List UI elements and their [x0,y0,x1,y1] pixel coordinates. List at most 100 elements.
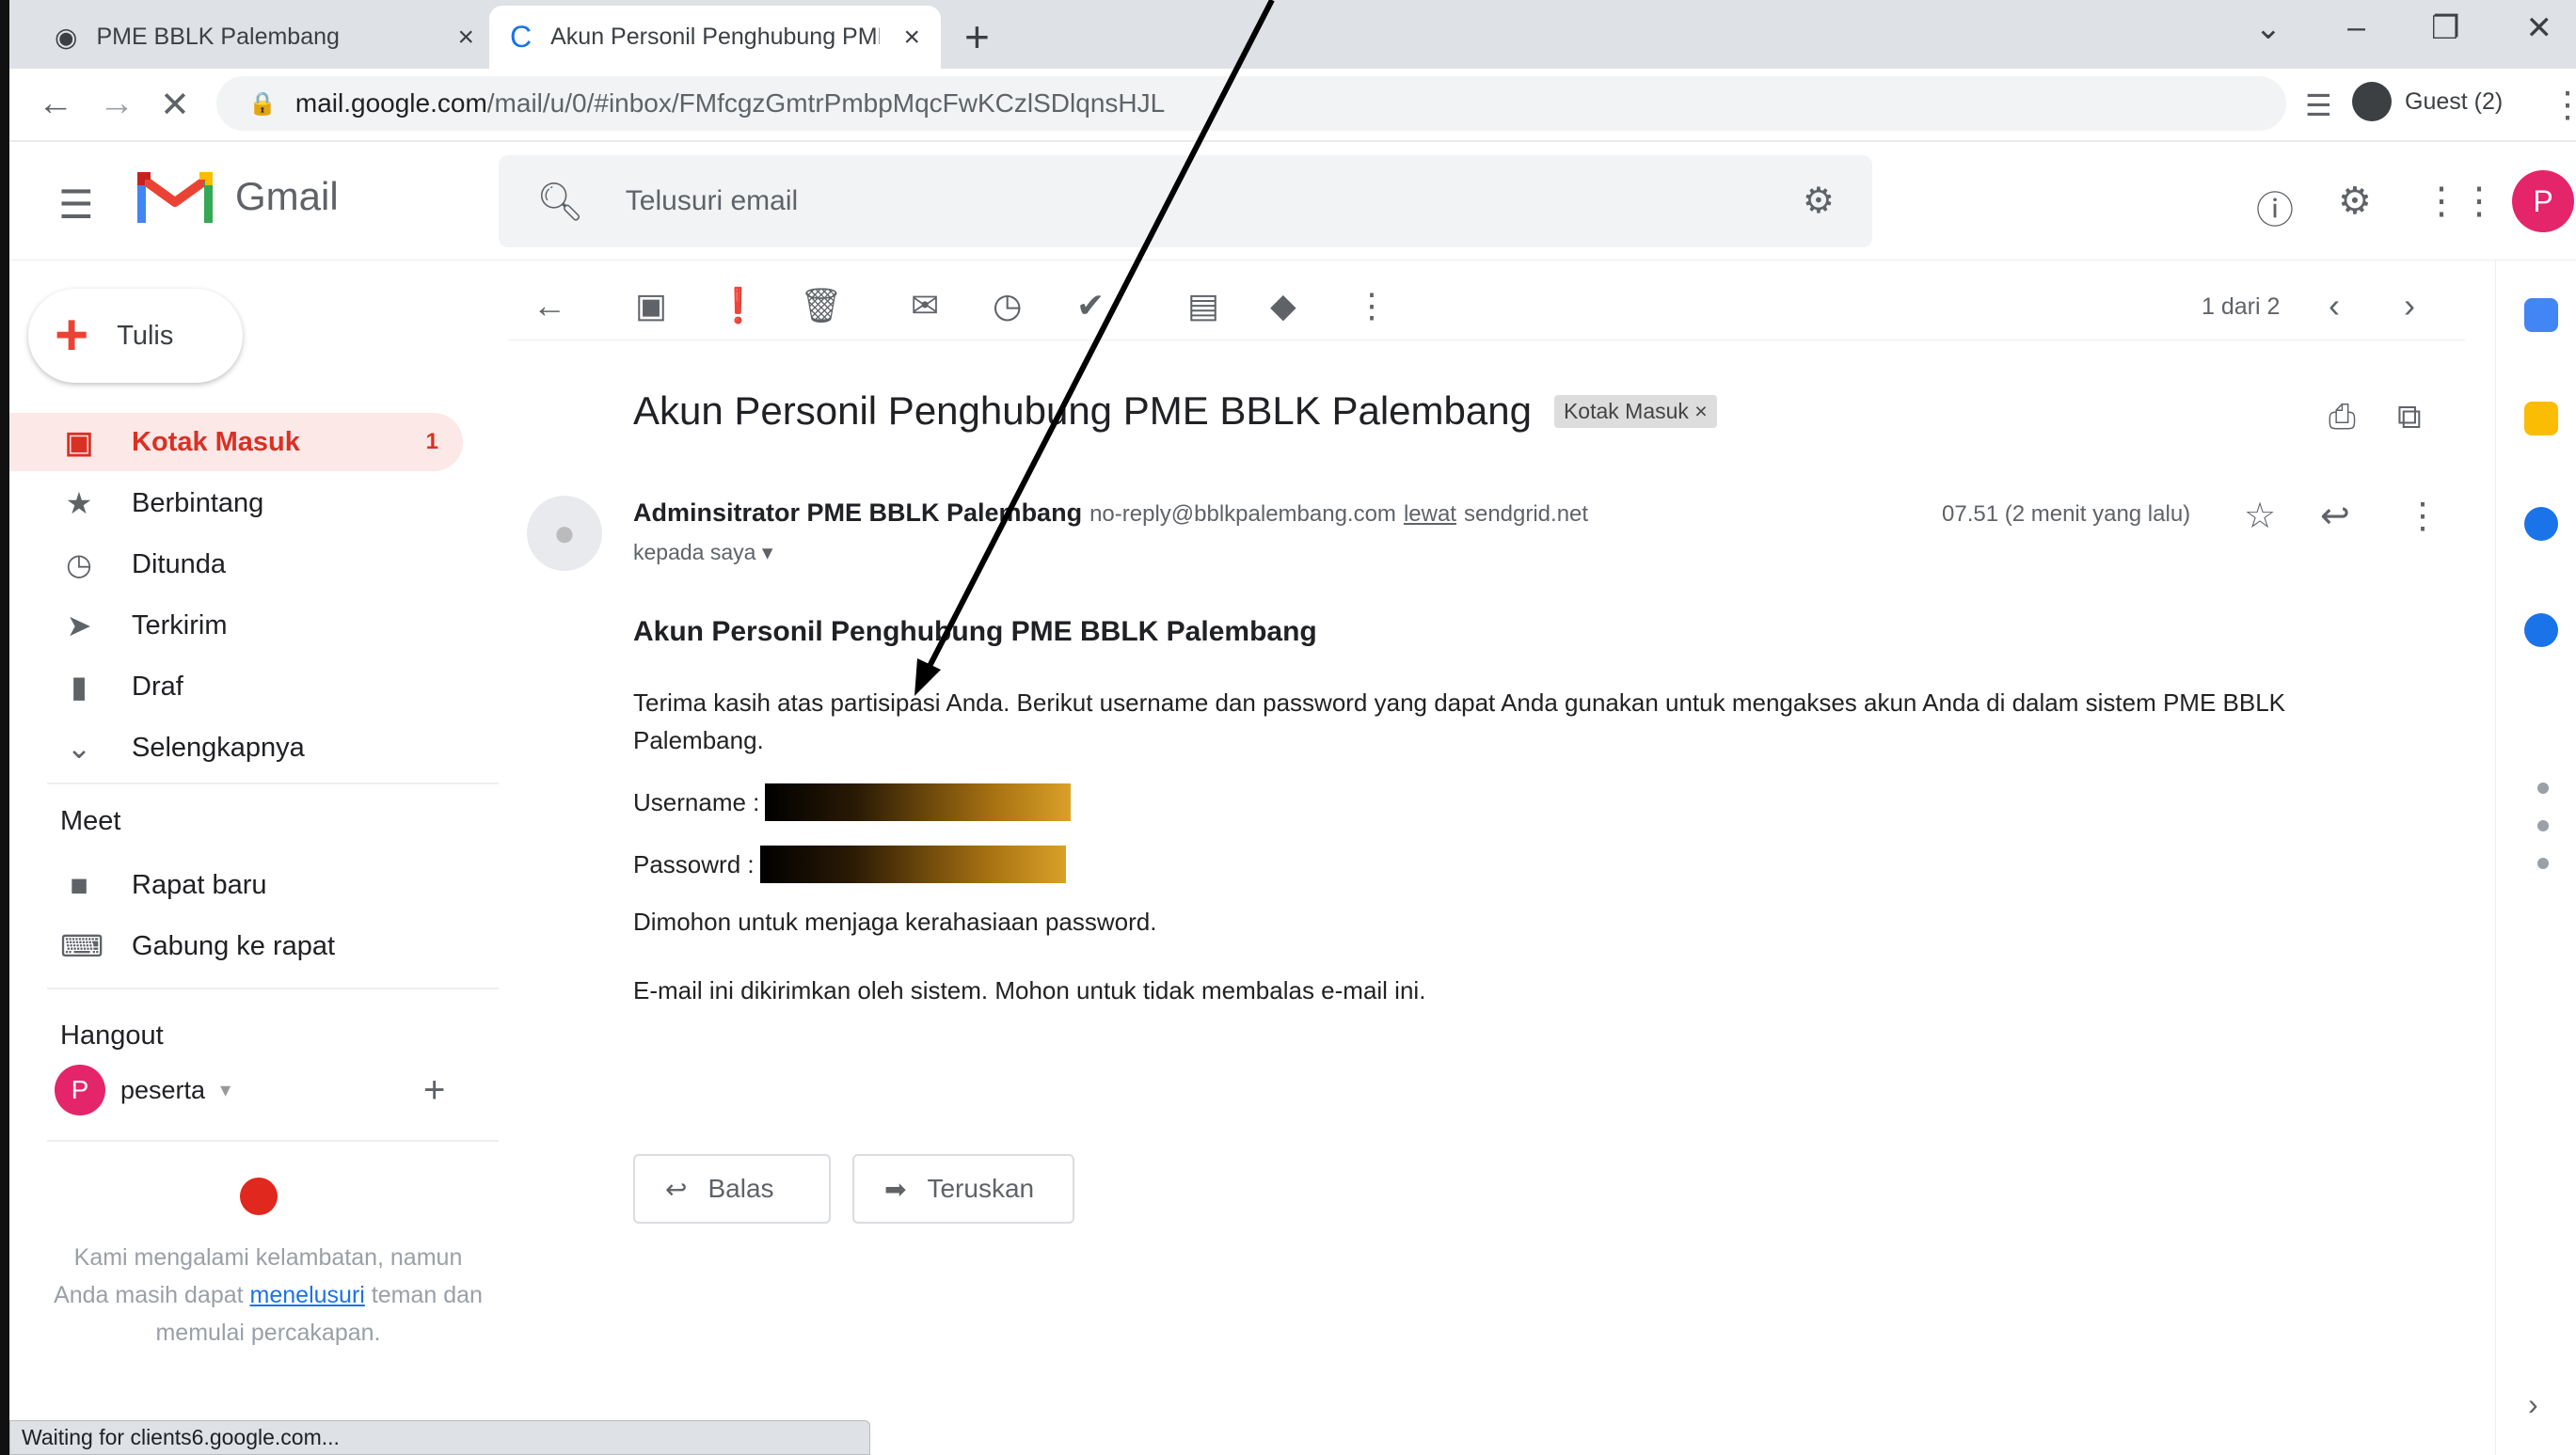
divider [47,988,499,989]
print-icon[interactable]: ⎙ [2329,397,2356,437]
move-to-icon[interactable]: ▤ [1187,286,1219,325]
restore-icon[interactable]: ❐ [2431,9,2459,47]
tab-akun-personil[interactable]: C Akun Personil Penghubung PME × [489,6,941,69]
new-tab-button[interactable]: + [964,11,990,62]
add-task-icon[interactable]: ✔ [1076,286,1105,325]
pager-text: 1 dari 2 [2202,293,2281,320]
meet-section-title: Meet [60,806,121,836]
gmail-logo[interactable]: Gmail [137,168,339,225]
minimize-icon[interactable]: – [2347,9,2365,47]
reply-icon: ↩ [665,1174,688,1204]
message-toolbar: ← ▣ ❗ 🗑︎ ✉ ◷ ✔ ▤ ◆ ⋮ 1 dari 2 ‹ › [508,273,2465,340]
star-icon: ★ [65,486,93,520]
contacts-icon[interactable] [2524,613,2558,647]
snooze-icon[interactable]: ◷ [993,286,1022,325]
tab-pme-bblk[interactable]: ◉ PME BBLK Palembang × [34,6,495,69]
search-friends-link[interactable]: menelusuri [250,1282,365,1308]
back-icon[interactable]: ← [38,84,73,124]
reply-button[interactable]: ↩ Balas [633,1154,831,1224]
status-dot-icon [240,1178,278,1215]
more-options-icon[interactable]: ⋮ [2405,495,2441,537]
search-icon[interactable]: 🔍︎ [536,180,584,224]
reading-list-icon[interactable]: ☰ [2305,87,2332,123]
recipient-details[interactable]: kepada saya ▾ [633,540,772,565]
reply-label: Balas [708,1174,774,1203]
apps-grid-icon[interactable]: ⋮⋮ [2423,180,2498,223]
via-link[interactable]: lewat [1404,501,1456,528]
compose-label: Tulis [117,320,174,351]
keyboard-icon: ⌨ [60,929,104,963]
hangout-user[interactable]: P peserta ▾ [55,1065,231,1115]
browser-tab-bar: ◉ PME BBLK Palembang × C Akun Personil P… [9,0,2576,69]
window-close-icon[interactable]: ✕ [2526,9,2553,47]
report-spam-icon[interactable]: ❗ [717,286,759,325]
sidebar-item-more[interactable]: ⌄ Selengkapnya [9,719,463,777]
password-label: Passowrd : [633,849,755,878]
search-options-icon[interactable]: ⚙︎ [1803,180,1835,222]
tab-close-icon[interactable]: × [903,22,920,54]
subject-text: Akun Personil Penghubung PME BBLK Palemb… [633,388,1532,433]
older-icon[interactable]: › [2404,286,2415,325]
gear-icon[interactable]: ⚙ [2338,180,2372,223]
meet-new-meeting[interactable]: ■ Rapat baru [9,856,463,914]
inbox-label-chip[interactable]: Kotak Masuk × [1553,394,1717,428]
help-icon[interactable]: ⓘ [2256,180,2294,234]
addon-dot-icon[interactable] [2537,858,2549,869]
tab-search-icon[interactable]: ⌄ [2255,9,2282,47]
more-options-icon[interactable]: ⋮ [1355,286,1389,325]
forward-icon[interactable]: → [99,84,135,124]
sidebar-item-label: Berbintang [132,487,264,518]
label-icon[interactable]: ◆ [1270,286,1296,325]
stop-icon[interactable]: ✕ [160,84,190,126]
sidebar: + Tulis ▣ Kotak Masuk 1 ★ Berbintang ◷ D… [9,261,499,1417]
browser-menu-icon[interactable]: ⋮ [2550,84,2576,126]
globe-icon: ◉ [55,23,78,52]
message-time: 07.51 (2 menit yang lalu) [1942,501,2191,527]
sidebar-item-label: Ditunda [132,548,226,579]
message-body: Akun Personil Penghubung PME BBLK Palemb… [633,616,2336,1005]
delete-icon[interactable]: 🗑︎ [800,286,843,325]
meet-item-label: Gabung ke rapat [132,930,336,961]
meet-item-label: Rapat baru [132,869,267,900]
calendar-icon[interactable] [2524,298,2558,332]
body-note: Dimohon untuk menjaga kerahasiaan passwo… [633,908,1157,936]
expand-panel-icon[interactable]: › [2528,1387,2538,1422]
tasks-icon[interactable] [2524,507,2558,541]
compose-button[interactable]: + Tulis [28,289,243,383]
forward-button[interactable]: ➡ Teruskan [852,1154,1074,1224]
sidebar-item-sent[interactable]: ➤ Terkirim [9,596,463,655]
sidebar-item-drafts[interactable]: ▮ Draf [9,657,463,716]
search-input[interactable]: 🔍︎ Telusuri email ⚙︎ [499,155,1872,247]
star-icon[interactable]: ☆ [2244,495,2276,537]
sidebar-item-inbox[interactable]: ▣ Kotak Masuk 1 [9,413,463,471]
add-icon[interactable]: + [423,1069,445,1112]
hamburger-menu-icon[interactable]: ☰ [58,182,94,228]
sidebar-item-snoozed[interactable]: ◷ Ditunda [9,535,463,593]
addon-dot-icon[interactable] [2537,820,2549,831]
profile-button[interactable]: Guest (2) [2352,82,2503,121]
back-to-inbox-icon[interactable]: ← [533,286,566,325]
left-border [0,0,9,1455]
url-field[interactable]: 🔒 mail.google.com /mail/u/0/#inbox/FMfcg… [216,76,2286,131]
keep-icon[interactable] [2524,402,2558,435]
profile-label: Guest (2) [2405,87,2504,115]
side-panel: › [2495,261,2576,1455]
video-icon: ■ [70,867,88,902]
reply-icon[interactable]: ↩ [2320,495,2350,537]
mark-unread-icon[interactable]: ✉ [911,286,939,325]
archive-icon[interactable]: ▣ [635,286,667,325]
chevron-down-icon: ⌄ [66,731,92,765]
account-avatar[interactable]: P [2512,170,2574,232]
gmail-header: ☰ Gmail 🔍︎ Telusuri email ⚙︎ ⓘ ⚙ ⋮⋮ P [9,142,2576,261]
meet-join-meeting[interactable]: ⌨ Gabung ke rapat [9,917,463,975]
open-new-window-icon[interactable]: ⧉ [2397,397,2422,437]
sidebar-item-starred[interactable]: ★ Berbintang [9,474,463,532]
sidebar-item-label: Draf [132,671,183,702]
newer-icon[interactable]: ‹ [2329,286,2340,325]
body-footer: E-mail ini dikirimkan oleh sistem. Mohon… [633,976,1426,1004]
lock-icon: 🔒 [248,90,277,117]
addon-dot-icon[interactable] [2537,783,2549,794]
sender-name[interactable]: Adminsitrator PME BBLK Palembang [633,498,1082,528]
loading-icon: C [510,20,533,54]
tab-close-icon[interactable]: × [457,22,474,54]
